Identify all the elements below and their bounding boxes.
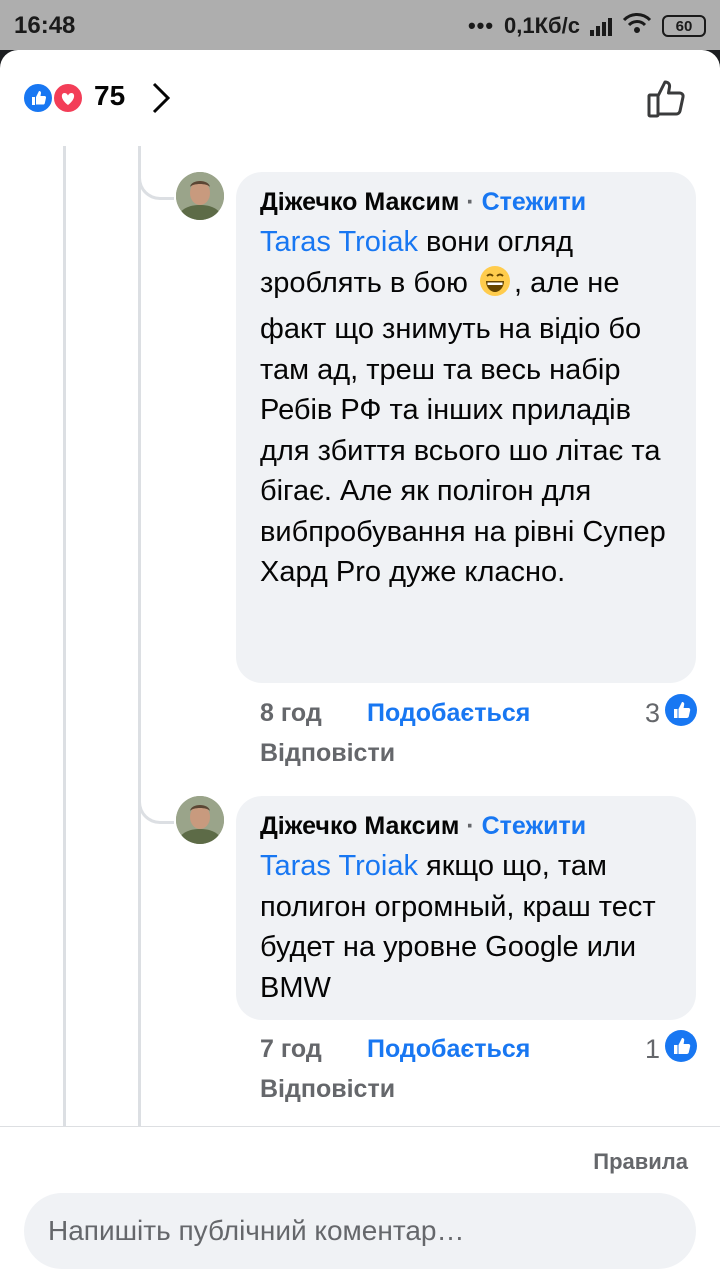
chevron-right-icon[interactable] [150,80,172,121]
reply-button[interactable]: Відповісти [260,1075,395,1104]
reaction-count: 75 [94,80,126,111]
mention-link[interactable]: Taras Troiak [260,226,418,258]
comment-header: Діжечко Максим · Стежити [260,186,672,218]
status-bar: 16:48 ••• 0,1Кб/с 60 [0,0,720,50]
comment-header: Діжечко Максим · Стежити [260,810,672,842]
status-time: 16:48 [14,12,76,39]
reaction-bar[interactable]: 75 [0,50,720,146]
reaction-number: 1 [644,1034,660,1064]
comment-reaction-count[interactable]: 3 [645,693,698,734]
comment-author[interactable]: Діжечко Максим [260,188,459,216]
comment-text: Taras Troiak якщо що, там полигон огромн… [260,846,672,1008]
reply-connector [138,160,174,200]
like-post-button[interactable] [644,74,692,127]
separator-dot: · [466,188,475,216]
signal-icon [590,16,612,36]
comment-bubble: Діжечко Максим · Стежити Taras Troiak як… [236,796,696,1020]
comment-composer-footer: Правила [0,1126,720,1280]
comment-bubble: Діжечко Максим · Стежити Taras Troiak во… [236,172,696,683]
comment-input[interactable] [24,1193,696,1269]
follow-button[interactable]: Стежити [482,812,587,840]
comment-text: Taras Troiak вони огляд зроблять в бою ,… [260,222,672,593]
comment-author[interactable]: Діжечко Максим [260,812,459,840]
mention-link[interactable]: Taras Troiak [260,850,418,882]
rules-link[interactable]: Правила [593,1149,688,1175]
follow-button[interactable]: Стежити [482,188,587,216]
reaction-number: 3 [644,698,660,728]
avatar[interactable] [176,172,224,220]
thread-line [63,146,66,1176]
love-reaction-icon [52,82,84,114]
comments-sheet: 75 Діжечко Максим · Стежити Taras Troiak… [0,50,720,1280]
grinning-face-emoji [478,264,512,310]
comment-time[interactable]: 7 год [260,1035,322,1064]
status-indicators: ••• 0,1Кб/с 60 [468,12,706,40]
comment-time[interactable]: 8 год [260,699,322,728]
reply-button[interactable]: Відповісти [260,739,395,768]
wifi-icon [622,12,652,40]
avatar[interactable] [176,796,224,844]
comment-reaction-count[interactable]: 1 [645,1029,698,1070]
like-button[interactable]: Подобається [367,699,530,728]
battery-icon: 60 [662,15,706,37]
comment-actions: 7 год Подобається 1 Відповісти [260,1030,700,1115]
like-reaction-icon [664,693,698,734]
like-reaction-icon [664,1029,698,1070]
reply-thread-line [138,146,141,1176]
like-button[interactable]: Подобається [367,1035,530,1064]
reply-connector [138,784,174,824]
separator-dot: · [466,812,475,840]
comment-text-part: , але не факт що знимуть на відіо бо там… [260,266,666,589]
notification-dots: ••• [467,13,495,38]
comment-actions: 8 год Подобається 3 Відповісти [260,694,700,779]
like-reaction-icon [22,82,54,114]
network-speed: 0,1Кб/с [504,13,580,38]
